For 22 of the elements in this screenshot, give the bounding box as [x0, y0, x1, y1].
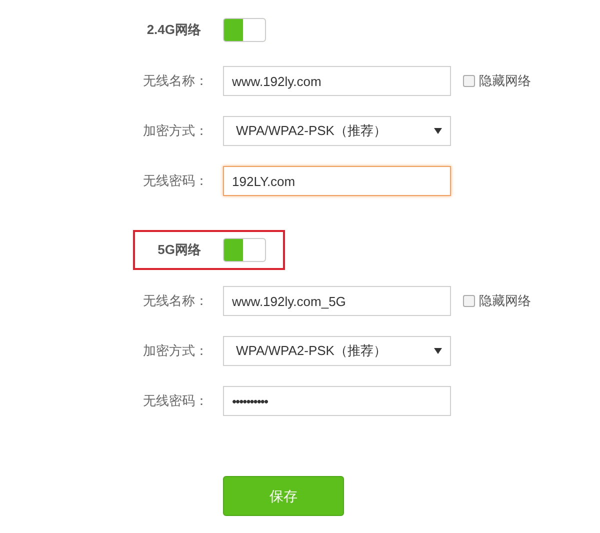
section-title: 2.4G网络: [146, 21, 201, 40]
checkbox[interactable]: [463, 295, 475, 307]
select-field[interactable]: WPA/WPA2-PSK（推荐）: [223, 116, 451, 146]
field-label: 无线名称：: [143, 72, 209, 90]
section-title: 5G网络: [156, 241, 201, 260]
dropdown-arrow-icon: [434, 128, 442, 134]
toggle-switch[interactable]: [223, 18, 266, 42]
field-label: 加密方式：: [143, 122, 209, 140]
checkbox-label: 隐藏网络: [479, 292, 531, 310]
field-label: 无线密码：: [143, 172, 209, 190]
checkbox[interactable]: [463, 75, 475, 87]
text-field[interactable]: 192LY.com: [223, 166, 451, 196]
select-field[interactable]: WPA/WPA2-PSK（推荐）: [223, 336, 451, 366]
toggle-switch[interactable]: [223, 238, 266, 262]
checkbox-label: 隐藏网络: [479, 72, 531, 90]
dropdown-arrow-icon: [434, 348, 442, 354]
field-label: 加密方式：: [143, 342, 209, 360]
field-label: 无线密码：: [143, 392, 209, 410]
field-label: 无线名称：: [143, 292, 209, 310]
password-field[interactable]: ••••••••••: [223, 386, 451, 416]
text-field[interactable]: www.192ly.com: [223, 66, 451, 96]
text-field[interactable]: www.192ly.com_5G: [223, 286, 451, 316]
